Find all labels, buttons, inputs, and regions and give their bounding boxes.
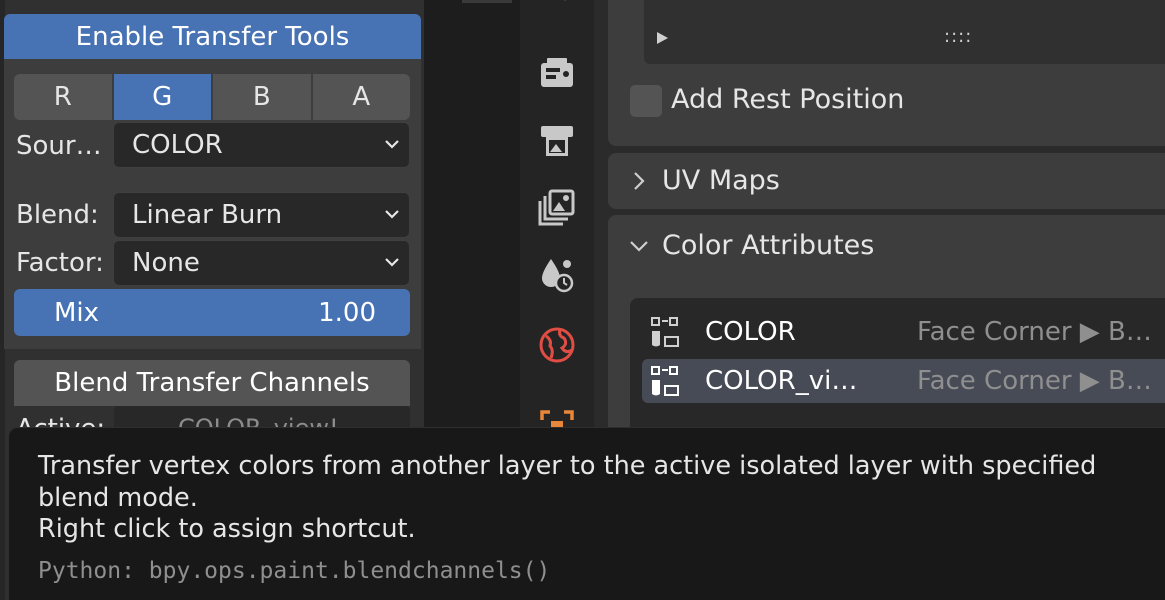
attribute-name: COLOR — [705, 317, 796, 347]
tooltip: Transfer vertex colors from another laye… — [8, 427, 1165, 600]
channel-a-button[interactable]: A — [313, 74, 411, 120]
chevron-right-icon — [634, 172, 645, 190]
expand-triangle-icon[interactable] — [657, 32, 668, 44]
color-attribute-icon — [651, 317, 679, 347]
world-icon[interactable] — [538, 326, 576, 364]
attribute-name: COLOR_vi… — [705, 366, 858, 396]
source-label: Sour… — [16, 131, 102, 161]
tooltip-python-path: Python: bpy.ops.paint.blendchannels() — [38, 558, 551, 584]
tool-icon[interactable] — [538, 0, 576, 24]
mix-slider[interactable]: Mix 1.00 — [14, 289, 410, 336]
chevron-down-icon — [385, 258, 399, 267]
attribute-domain: Face Corner ▶ B… — [917, 366, 1152, 396]
channel-r-button[interactable]: R — [14, 74, 114, 120]
blend-mode-dropdown[interactable]: Linear Burn — [113, 192, 410, 238]
color-attributes-header[interactable]: Color Attributes — [608, 218, 1165, 274]
source-dropdown[interactable]: COLOR — [113, 122, 410, 168]
resize-grip[interactable]: :::: — [944, 26, 972, 47]
list-item[interactable]: COLOR_vi… Face Corner ▶ B… — [642, 359, 1165, 403]
chevron-down-icon — [385, 140, 399, 149]
blend-label: Blend: — [16, 200, 99, 230]
view-layer-icon[interactable] — [538, 188, 576, 226]
color-attributes-title: Color Attributes — [662, 230, 875, 261]
chevron-down-icon — [385, 210, 399, 219]
scene-icon[interactable] — [538, 256, 576, 294]
channel-g-button[interactable]: G — [113, 74, 213, 120]
attributes-section — [608, 0, 1165, 146]
attributes-list-footer — [644, 0, 1165, 64]
channel-b-button[interactable]: B — [213, 74, 313, 120]
factor-dropdown[interactable]: None — [113, 240, 410, 286]
blend-mode-value: Linear Burn — [132, 200, 283, 230]
render-icon[interactable] — [538, 54, 576, 92]
color-attribute-icon — [651, 366, 679, 396]
list-item[interactable]: COLOR Face Corner ▶ B… — [642, 310, 1165, 354]
factor-label: Factor: — [16, 248, 104, 278]
add-rest-position-label: Add Rest Position — [671, 84, 905, 115]
uv-maps-header[interactable]: UV Maps — [608, 153, 1165, 209]
mix-value: 1.00 — [318, 297, 376, 328]
tooltip-shortcut-hint: Right click to assign shortcut. — [38, 514, 416, 544]
uv-maps-title: UV Maps — [662, 165, 780, 196]
tooltip-description: Transfer vertex colors from another laye… — [38, 451, 1097, 513]
channel-selector: R G B A — [14, 74, 410, 120]
blend-transfer-channels-button[interactable]: Blend Transfer Channels — [14, 360, 410, 406]
chevron-down-icon — [630, 241, 648, 252]
mix-label: Mix — [54, 297, 100, 328]
source-value: COLOR — [132, 130, 223, 160]
add-rest-position-checkbox[interactable] — [630, 85, 662, 117]
attribute-domain: Face Corner ▶ B… — [917, 317, 1152, 347]
factor-value: None — [132, 248, 200, 278]
enable-transfer-tools-button[interactable]: Enable Transfer Tools — [4, 14, 421, 59]
viewport-edge — [462, 0, 512, 3]
output-icon[interactable] — [538, 122, 576, 160]
